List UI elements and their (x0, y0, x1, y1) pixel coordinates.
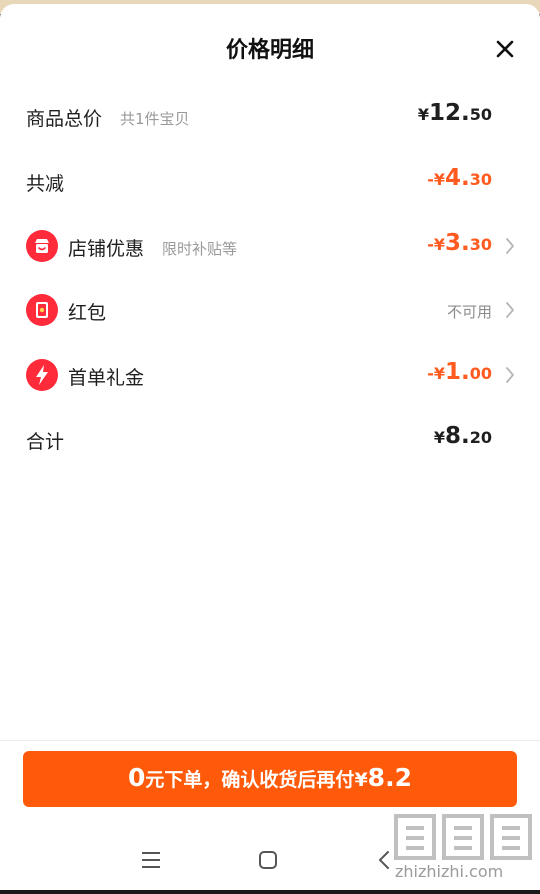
row-label: 首单礼金 (68, 367, 145, 389)
lightning-icon (26, 359, 58, 391)
row-shop-discount[interactable]: 店铺优惠 限时补贴等 -¥3.30 (26, 226, 516, 266)
cta-text: 元下单，确认收货后再付 (145, 769, 355, 791)
red-packet-icon (26, 294, 58, 326)
row-label: 红包 (68, 302, 107, 324)
close-icon[interactable] (490, 34, 520, 64)
menu-icon[interactable] (140, 849, 162, 871)
shop-icon (26, 230, 58, 262)
status-text: 不可用 (446, 303, 492, 321)
row-label: 合计 (26, 431, 65, 453)
sheet-title: 价格明细 (225, 38, 314, 63)
row-sum-total: 合计 ¥8.20 (26, 419, 516, 459)
row-red-packet[interactable]: 红包 不可用 (26, 290, 516, 330)
row-total-reduction: 共减 -¥4.30 (26, 161, 516, 201)
row-label: 店铺优惠 (68, 238, 145, 260)
place-order-button[interactable]: 0元下单，确认收货后再付¥8.2 (23, 751, 517, 807)
cta-currency: ¥ (354, 769, 368, 791)
watermark-text: zhizhizhi.com (395, 862, 504, 881)
home-icon[interactable] (257, 849, 279, 871)
price-value: ¥8.20 (433, 423, 492, 449)
row-goods-total: 商品总价 共1件宝贝 ¥12.50 (26, 96, 516, 136)
price-detail-sheet: 价格明细 商品总价 共1件宝贝 ¥12.50 共减 -¥4.30 店铺优惠 限时… (0, 4, 540, 890)
chevron-right-icon (506, 302, 514, 318)
row-sub: 共1件宝贝 (120, 110, 190, 128)
row-sub: 限时补贴等 (162, 240, 238, 258)
cta-zero: 0 (128, 763, 146, 792)
price-value: -¥3.30 (427, 230, 492, 256)
price-value: ¥12.50 (417, 100, 492, 126)
row-first-order-gift[interactable]: 首单礼金 -¥1.00 (26, 355, 516, 395)
chevron-right-icon (506, 238, 514, 254)
price-value: -¥1.00 (427, 359, 492, 385)
divider (0, 740, 540, 741)
chevron-right-icon (506, 367, 514, 383)
price-value: -¥4.30 (427, 165, 492, 191)
cta-amount: 8.2 (367, 763, 412, 792)
row-label: 共减 (26, 173, 65, 195)
row-label: 商品总价 (26, 108, 103, 130)
